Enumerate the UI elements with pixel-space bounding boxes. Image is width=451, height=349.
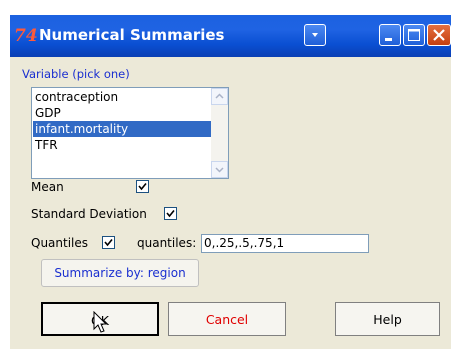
list-item-gdp[interactable]: GDP <box>33 105 211 121</box>
quantiles-input[interactable]: 0,.25,.5,.75,1 <box>201 234 369 253</box>
variable-listbox[interactable]: contraception GDP infant.mortality TFR <box>31 87 229 179</box>
summarize-by-label: Summarize by: region <box>54 266 186 280</box>
checkmark-icon <box>138 182 147 191</box>
mean-checkbox[interactable] <box>136 180 149 193</box>
checkmark-icon <box>166 209 175 218</box>
list-item-infant-mortality[interactable]: infant.mortality <box>33 121 211 137</box>
summarize-by-button[interactable]: Summarize by: region <box>41 259 199 287</box>
help-label: Help <box>373 312 402 327</box>
sd-label: Standard Deviation <box>31 207 147 221</box>
mean-label: Mean <box>31 180 64 194</box>
variable-label: Variable (pick one) <box>22 67 130 81</box>
maximize-button[interactable] <box>403 24 425 46</box>
minimize-icon <box>385 38 392 41</box>
mouse-cursor-icon <box>93 311 108 333</box>
window-title: Numerical Summaries <box>39 26 225 44</box>
window-menu-button[interactable] <box>304 24 326 46</box>
scroll-down-button[interactable] <box>211 161 228 178</box>
title-bar[interactable]: 74 Numerical Summaries <box>10 15 451 57</box>
cancel-button[interactable]: Cancel <box>168 302 286 336</box>
quantiles-field-label: quantiles: <box>137 236 197 250</box>
sd-checkbox[interactable] <box>164 207 177 220</box>
quantiles-checkbox[interactable] <box>102 236 115 249</box>
help-button[interactable]: Help <box>335 302 440 336</box>
checkmark-icon <box>104 238 113 247</box>
cancel-label: Cancel <box>205 312 249 327</box>
scroll-up-button[interactable] <box>211 88 228 105</box>
dropdown-arrow-icon <box>312 33 318 37</box>
chevron-up-icon <box>215 93 224 99</box>
list-item-tfr[interactable]: TFR <box>33 137 211 153</box>
app-icon: 74 <box>14 26 38 46</box>
quantiles-label: Quantiles <box>31 236 89 250</box>
numerical-summaries-dialog: 74 Numerical Summaries Variable (pick on <box>10 15 451 349</box>
minimize-button[interactable] <box>379 24 401 46</box>
close-button[interactable] <box>427 24 451 46</box>
list-item-contraception[interactable]: contraception <box>33 89 211 105</box>
list-scrollbar[interactable] <box>211 88 228 178</box>
chevron-down-icon <box>215 167 224 173</box>
maximize-icon <box>408 29 420 41</box>
close-icon <box>433 29 445 41</box>
